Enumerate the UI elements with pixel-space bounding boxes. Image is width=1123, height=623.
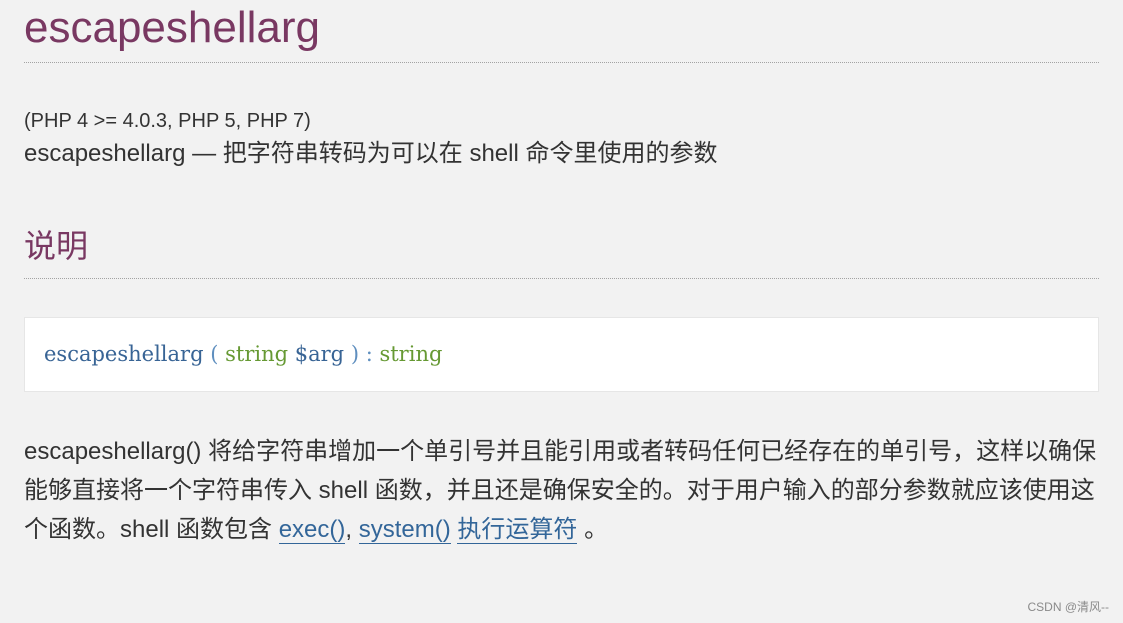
description-paragraph: escapeshellarg() 将给字符串增加一个单引号并且能引用或者转码任何… <box>24 432 1099 549</box>
synopsis-function-name: escapeshellarg <box>44 342 204 366</box>
page-title: escapeshellarg <box>24 3 320 52</box>
watermark: CSDN @清风-- <box>1027 600 1109 614</box>
synopsis-param-type: string <box>225 342 289 366</box>
description-sep1: , <box>345 516 359 543</box>
synopsis-close-paren: ) <box>350 342 360 366</box>
link-exec[interactable]: exec() <box>278 516 346 544</box>
synopsis-colon: : <box>365 342 373 366</box>
page-content: escapeshellarg (PHP 4 >= 4.0.3, PHP 5, P… <box>24 0 1099 573</box>
synopsis-open-paren: ( <box>210 342 219 366</box>
method-synopsis: escapeshellarg ( string $arg ) : string <box>24 317 1099 392</box>
section-divider <box>24 278 1099 279</box>
link-system[interactable]: system() <box>358 516 451 544</box>
section-title-description: 说明 <box>24 228 89 264</box>
synopsis-return-type: string <box>379 342 443 366</box>
description-end: 。 <box>577 516 609 543</box>
title-divider <box>24 62 1099 63</box>
version-info: (PHP 4 >= 4.0.3, PHP 5, PHP 7) <box>24 110 311 132</box>
link-execution-operators[interactable]: 执行运算符 <box>457 516 578 544</box>
synopsis-param-name: $arg <box>294 342 345 366</box>
ref-purpose: escapeshellarg — 把字符串转码为可以在 shell 命令里使用的… <box>24 140 718 167</box>
